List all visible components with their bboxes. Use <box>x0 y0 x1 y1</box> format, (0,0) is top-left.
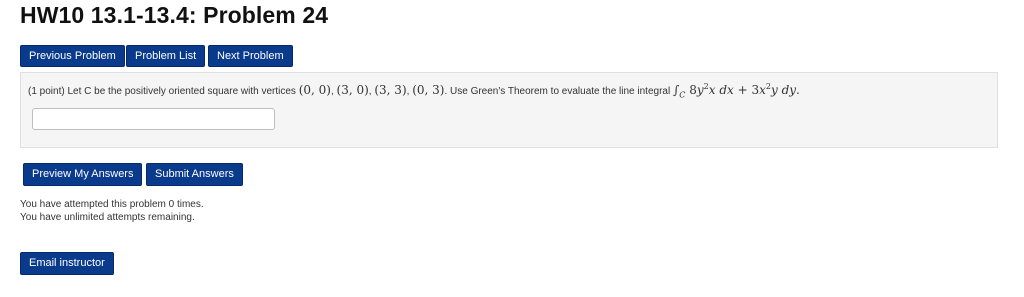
problem-intro: Let C be the positively oriented square … <box>67 86 296 97</box>
previous-problem-button[interactable]: Previous Problem <box>20 45 125 67</box>
submit-answers-button[interactable]: Submit Answers <box>146 163 243 186</box>
problem-list-button[interactable]: Problem List <box>126 45 206 67</box>
preview-answers-button[interactable]: Preview My Answers <box>23 163 143 186</box>
answer-input[interactable] <box>32 108 275 130</box>
email-instructor-button[interactable]: Email instructor <box>20 252 114 275</box>
attempted-count-text: You have attempted this problem 0 times. <box>20 199 204 210</box>
problem-instruction: Use Green's Theorem to evaluate the line… <box>450 86 671 97</box>
problem-points: (1 point) <box>28 86 65 97</box>
vertex-4: (0, 3) <box>412 83 445 97</box>
next-problem-button[interactable]: Next Problem <box>208 45 293 67</box>
vertex-2: (3, 0) <box>336 83 369 97</box>
problem-panel: (1 point) Let C be the positively orient… <box>20 72 998 148</box>
attempts-info: You have attempted this problem 0 times.… <box>20 198 204 224</box>
integral-subscript: C <box>679 90 686 100</box>
attempts-remaining-text: You have unlimited attempts remaining. <box>20 212 195 223</box>
problem-statement: (1 point) Let C be the positively orient… <box>28 82 800 100</box>
vertex-3: (3, 3) <box>374 83 407 97</box>
line-integral: ∫C 8y2x dx + 3x2y dy. <box>672 82 800 100</box>
page-title: HW10 13.1-13.4: Problem 24 <box>20 2 329 28</box>
vertex-1: (0, 0) <box>298 83 331 97</box>
